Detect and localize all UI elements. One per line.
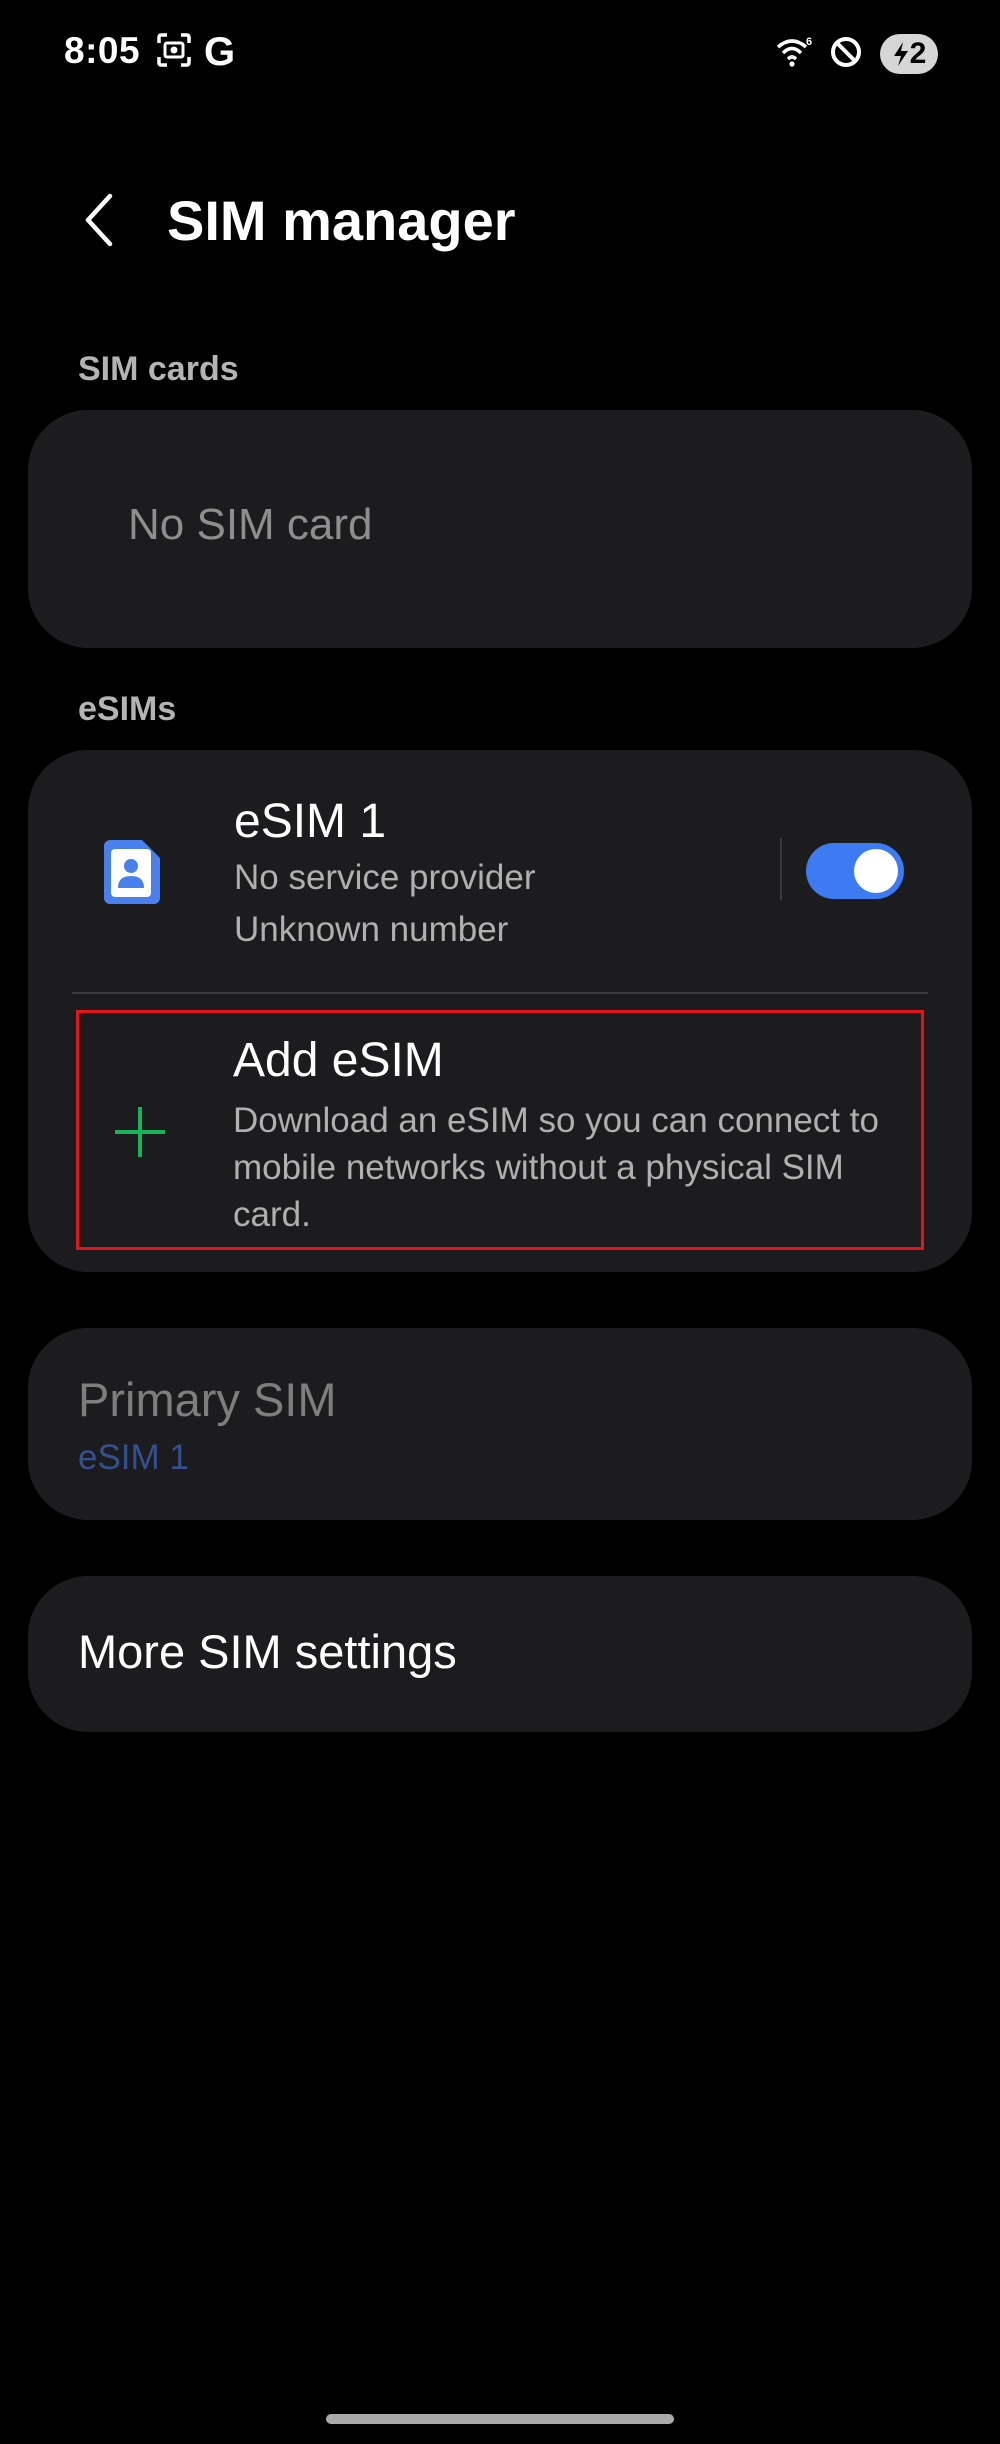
status-bar: 8:05 G 6 2 xyxy=(0,0,1000,110)
status-right-icons: 6 2 xyxy=(776,32,938,76)
esim-1-title: eSIM 1 xyxy=(234,795,387,848)
esim-1-number: Unknown number xyxy=(234,910,509,949)
no-sim-card-text: No SIM card xyxy=(128,500,373,549)
home-indicator[interactable] xyxy=(326,2414,674,2424)
esim-1-row[interactable]: eSIM 1 No service provider Unknown numbe… xyxy=(28,750,972,990)
primary-sim-card[interactable]: Primary SIM eSIM 1 xyxy=(28,1328,972,1520)
bolt-icon xyxy=(893,42,908,66)
add-esim-button[interactable]: Add eSIM Download an eSIM so you can con… xyxy=(76,1010,924,1250)
battery-level: 2 xyxy=(909,37,927,70)
status-time: 8:05 xyxy=(64,30,141,71)
back-button[interactable] xyxy=(70,185,130,255)
screenshot-icon xyxy=(156,32,192,73)
google-icon: G xyxy=(204,30,236,74)
esims-card: eSIM 1 No service provider Unknown numbe… xyxy=(28,750,972,1272)
sim-cards-card: No SIM card xyxy=(28,410,972,648)
page-title: SIM manager xyxy=(167,189,516,252)
plus-icon xyxy=(113,1105,167,1159)
do-not-disturb-icon xyxy=(828,34,864,75)
battery-charging-icon: 2 xyxy=(880,34,938,74)
row-divider xyxy=(72,992,928,994)
wifi-icon: 6 xyxy=(776,35,812,74)
esims-section-label: eSIMs xyxy=(78,690,177,728)
add-esim-title: Add eSIM xyxy=(233,1034,444,1087)
primary-sim-value: eSIM 1 xyxy=(78,1438,189,1477)
more-sim-settings-card[interactable]: More SIM settings xyxy=(28,1576,972,1732)
sim-contact-icon xyxy=(100,838,162,906)
add-esim-description: Download an eSIM so you can connect to m… xyxy=(233,1101,879,1234)
svg-text:6: 6 xyxy=(806,36,812,48)
toggle-divider xyxy=(780,838,782,900)
esim-1-toggle[interactable] xyxy=(806,843,904,899)
more-sim-settings-title: More SIM settings xyxy=(78,1625,457,1678)
esim-1-provider: No service provider xyxy=(234,858,536,897)
app-header: SIM manager xyxy=(0,170,1000,270)
sim-cards-section-label: SIM cards xyxy=(78,350,239,388)
toggle-knob xyxy=(854,849,898,893)
chevron-left-icon xyxy=(85,193,113,247)
status-left-icons: G xyxy=(156,32,235,72)
primary-sim-title: Primary SIM xyxy=(78,1373,337,1426)
